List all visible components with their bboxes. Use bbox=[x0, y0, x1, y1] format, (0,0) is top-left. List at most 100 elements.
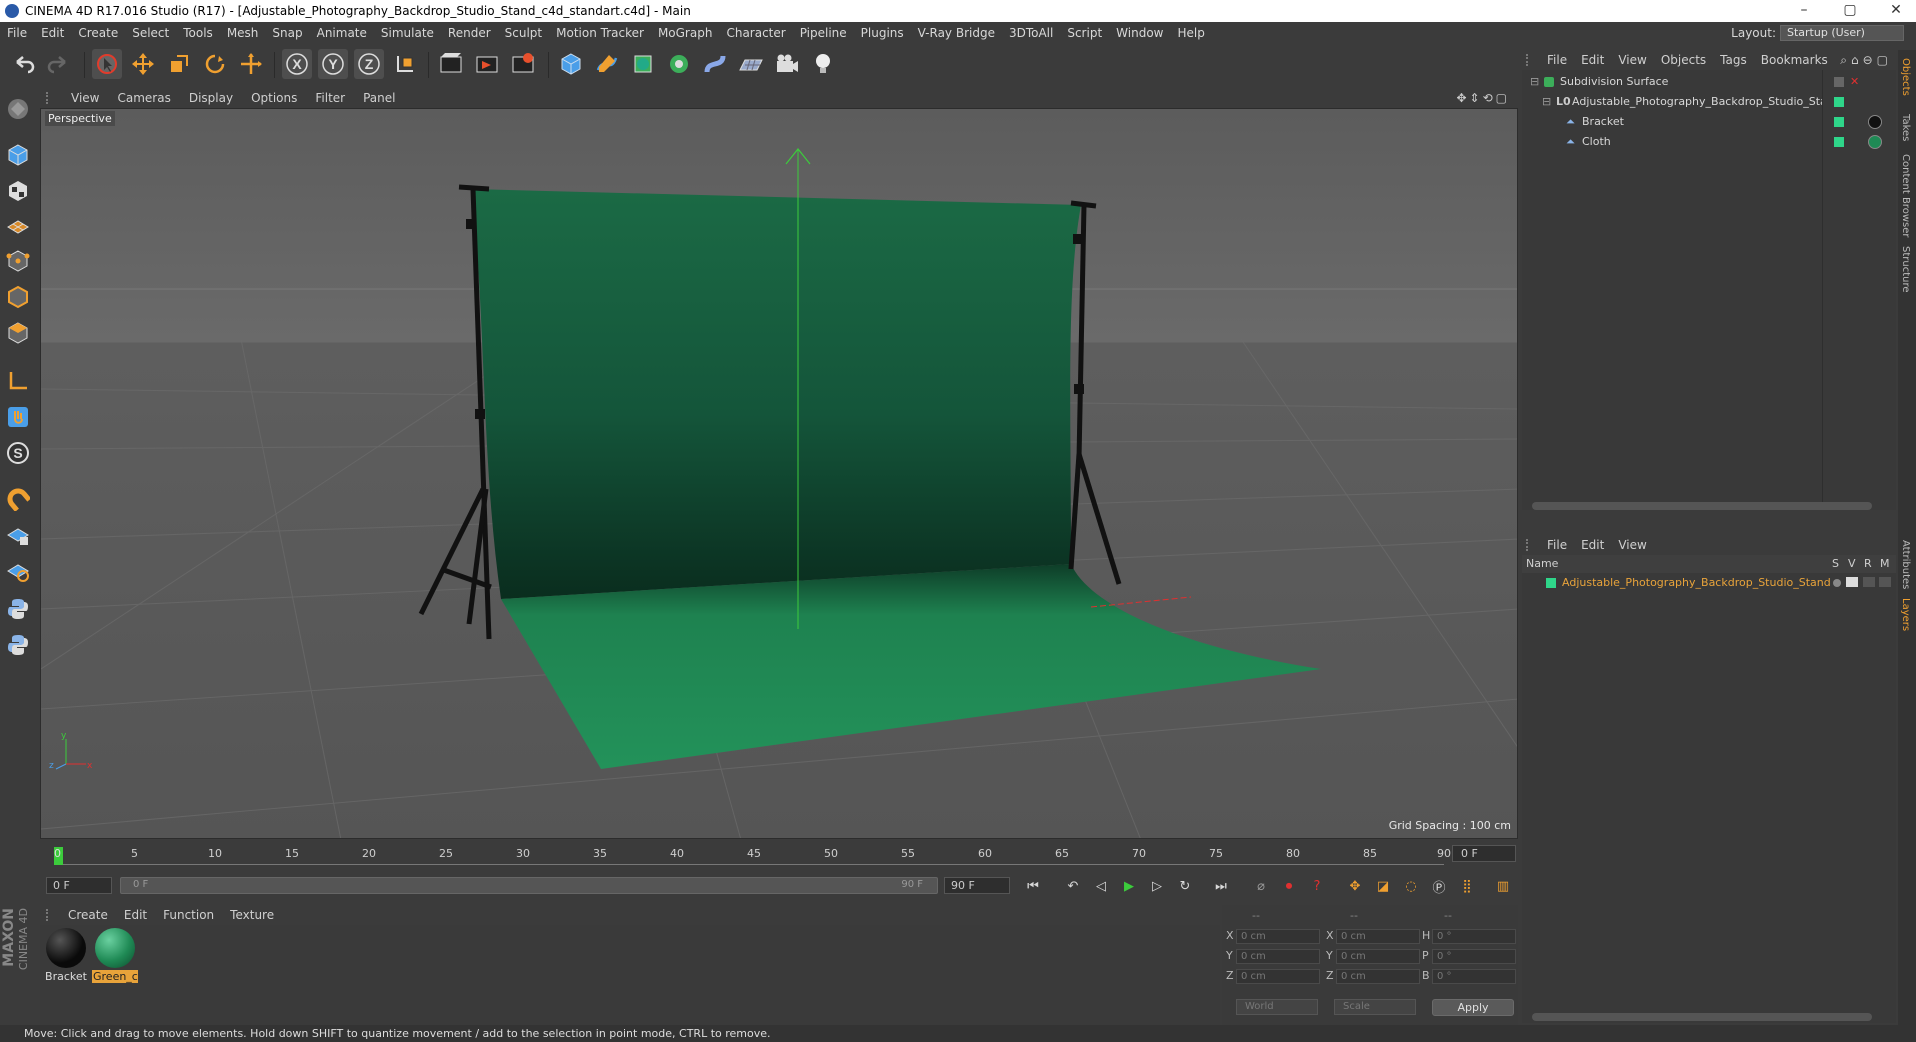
menu-render[interactable]: Render bbox=[441, 26, 498, 40]
workplane-mode-icon[interactable] bbox=[3, 210, 33, 240]
rotate-icon[interactable] bbox=[200, 49, 230, 79]
menu-3dtoall[interactable]: 3DToAll bbox=[1002, 26, 1060, 40]
tab-objects[interactable]: Objects bbox=[1900, 58, 1911, 96]
object-menu-view[interactable]: View bbox=[1611, 53, 1653, 67]
python-icon[interactable] bbox=[3, 594, 33, 624]
loop-icon[interactable]: ↻ bbox=[1174, 875, 1196, 897]
current-frame-field[interactable]: 0 F bbox=[1452, 845, 1516, 862]
solo-toggle-icon[interactable] bbox=[1833, 579, 1841, 587]
collapse-icon[interactable]: ⊟ bbox=[1542, 92, 1551, 112]
z-axis-lock-icon[interactable]: Z bbox=[354, 49, 384, 79]
move-icon[interactable] bbox=[128, 49, 158, 79]
render-to-picture-viewer-icon[interactable] bbox=[472, 49, 502, 79]
render-view-icon[interactable] bbox=[436, 49, 466, 79]
object-manager-search-icon[interactable]: ⌕⌂⊖▢ bbox=[1840, 53, 1892, 68]
points-mode-icon[interactable] bbox=[3, 246, 33, 276]
timeline-ruler[interactable]: 0 5 10 15 20 25 30 35 40 45 50 55 60 65 … bbox=[40, 841, 1518, 871]
viewport-menu-view[interactable]: View bbox=[62, 91, 108, 105]
magnet-icon[interactable] bbox=[3, 484, 33, 514]
layer-menu-view[interactable]: View bbox=[1611, 538, 1653, 552]
key-pla-icon[interactable]: ⣿ bbox=[1456, 875, 1478, 897]
snap-icon[interactable]: S bbox=[3, 438, 33, 468]
model-mode-icon[interactable] bbox=[3, 140, 33, 170]
motion-record-icon[interactable]: ⌀ bbox=[1250, 875, 1272, 897]
material-menu-edit[interactable]: Edit bbox=[116, 908, 155, 922]
position-x-field[interactable]: 0 cm bbox=[1236, 929, 1320, 944]
object-menu-objects[interactable]: Objects bbox=[1654, 53, 1713, 67]
menu-mograph[interactable]: MoGraph bbox=[651, 26, 720, 40]
menu-window[interactable]: Window bbox=[1109, 26, 1170, 40]
material-green[interactable]: Green_c bbox=[92, 928, 138, 983]
python-script-icon[interactable] bbox=[3, 630, 33, 660]
camera-icon[interactable] bbox=[772, 49, 802, 79]
make-editable-icon[interactable] bbox=[3, 94, 33, 124]
tweak-mode-icon[interactable] bbox=[3, 402, 33, 432]
minimize-button[interactable]: – bbox=[1781, 0, 1827, 22]
collapse-icon[interactable]: ⊟ bbox=[1530, 72, 1539, 92]
workplane-axis-icon[interactable] bbox=[3, 556, 33, 586]
3d-viewport[interactable]: y x z Perspective Grid Spacing : 100 cm bbox=[40, 108, 1518, 839]
object-menu-edit[interactable]: Edit bbox=[1574, 53, 1611, 67]
menu-tools[interactable]: Tools bbox=[176, 26, 220, 40]
frame-range-slider[interactable]: 0 F 90 F bbox=[120, 877, 938, 894]
layer-menu-file[interactable]: File bbox=[1540, 538, 1574, 552]
object-menu-tags[interactable]: Tags bbox=[1713, 53, 1754, 67]
transform-icon[interactable] bbox=[236, 49, 266, 79]
menu-plugins[interactable]: Plugins bbox=[854, 26, 911, 40]
go-to-end-icon[interactable]: ⏭ bbox=[1210, 875, 1232, 897]
viewport-menu-display[interactable]: Display bbox=[180, 91, 242, 105]
deformer-icon[interactable] bbox=[700, 49, 730, 79]
viewport-nav-icons[interactable]: ✥⇕⟲▢ bbox=[1456, 91, 1510, 105]
object-row-bracket[interactable]: ⏶ Bracket bbox=[1522, 112, 1896, 132]
go-to-start-icon[interactable]: ⏮ bbox=[1022, 875, 1044, 897]
scale-icon[interactable] bbox=[164, 49, 194, 79]
menu-help[interactable]: Help bbox=[1170, 26, 1211, 40]
end-frame-field[interactable]: 90 F bbox=[944, 877, 1010, 894]
apply-button[interactable]: Apply bbox=[1432, 999, 1514, 1016]
object-horizontal-scrollbar[interactable] bbox=[1532, 502, 1872, 510]
viewport-menu-options[interactable]: Options bbox=[242, 91, 306, 105]
size-z-field[interactable]: 0 cm bbox=[1336, 969, 1420, 984]
menu-pipeline[interactable]: Pipeline bbox=[793, 26, 854, 40]
material-tag-bracket[interactable] bbox=[1868, 115, 1882, 129]
key-position-icon[interactable]: ✥ bbox=[1344, 875, 1366, 897]
subdivision-surface-icon[interactable] bbox=[628, 49, 658, 79]
visibility-eye-icon[interactable] bbox=[1846, 577, 1858, 587]
redo-icon[interactable] bbox=[44, 49, 74, 79]
menu-script[interactable]: Script bbox=[1060, 26, 1109, 40]
x-axis-lock-icon[interactable]: X bbox=[282, 49, 312, 79]
timeline-layout-icon[interactable]: ▥ bbox=[1492, 875, 1514, 897]
timeline-track[interactable]: 0 5 10 15 20 25 30 35 40 45 50 55 60 65 … bbox=[54, 847, 1451, 865]
coordinate-space-dropdown[interactable]: World bbox=[1236, 999, 1318, 1015]
edges-mode-icon[interactable] bbox=[3, 282, 33, 312]
checkbox-icon[interactable] bbox=[1834, 77, 1844, 87]
size-x-field[interactable]: 0 cm bbox=[1336, 929, 1420, 944]
disable-icon[interactable]: ✕ bbox=[1850, 72, 1859, 92]
object-row-subdivision-surface[interactable]: ⊟ Subdivision Surface ✕ bbox=[1522, 72, 1896, 92]
key-rotation-icon[interactable]: ◌ bbox=[1400, 875, 1422, 897]
menu-create[interactable]: Create bbox=[71, 26, 125, 40]
size-mode-dropdown[interactable]: Scale bbox=[1334, 999, 1416, 1015]
render-toggle-icon[interactable] bbox=[1863, 577, 1875, 587]
menu-motion-tracker[interactable]: Motion Tracker bbox=[549, 26, 651, 40]
menu-snap[interactable]: Snap bbox=[265, 26, 309, 40]
cube-primitive-icon[interactable] bbox=[556, 49, 586, 79]
record-active-icon[interactable]: ⏺ bbox=[1278, 875, 1300, 897]
tab-takes[interactable]: Takes bbox=[1900, 114, 1911, 141]
tab-content-browser[interactable]: Content Browser bbox=[1900, 154, 1911, 237]
position-z-field[interactable]: 0 cm bbox=[1236, 969, 1320, 984]
axis-mode-icon[interactable] bbox=[3, 366, 33, 396]
menu-simulate[interactable]: Simulate bbox=[374, 26, 441, 40]
viewport-menu-filter[interactable]: Filter bbox=[306, 91, 354, 105]
floor-icon[interactable] bbox=[736, 49, 766, 79]
menu-animate[interactable]: Animate bbox=[310, 26, 374, 40]
previous-key-icon[interactable]: ↶ bbox=[1062, 875, 1084, 897]
layer-row[interactable]: Adjustable_Photography_Backdrop_Studio_S… bbox=[1522, 573, 1896, 593]
tab-attributes[interactable]: Attributes bbox=[1900, 540, 1911, 589]
menu-vray-bridge[interactable]: V-Ray Bridge bbox=[911, 26, 1002, 40]
menu-select[interactable]: Select bbox=[125, 26, 176, 40]
layer-horizontal-scrollbar[interactable] bbox=[1532, 1013, 1872, 1021]
key-scale-icon[interactable]: ◪ bbox=[1372, 875, 1394, 897]
menu-sculpt[interactable]: Sculpt bbox=[498, 26, 549, 40]
select-cursor-icon[interactable] bbox=[92, 49, 122, 79]
